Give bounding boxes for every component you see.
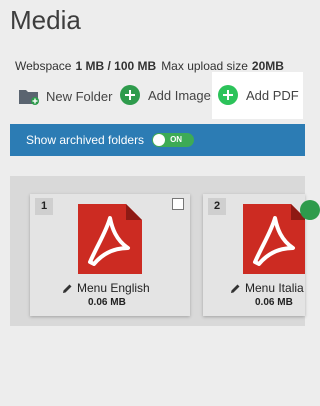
media-card[interactable]: 1 Menu English 0.06 MB (30, 194, 190, 316)
webspace-label: Webspace (15, 59, 72, 73)
toggle-knob (153, 134, 166, 146)
file-name[interactable]: Menu Italia (230, 281, 304, 295)
add-pdf-button[interactable]: Add PDF (218, 84, 299, 106)
page-title: Media (10, 5, 81, 35)
select-checkbox[interactable] (172, 198, 184, 210)
file-size: 0.06 MB (255, 297, 293, 308)
max-upload-value: 20MB (251, 59, 284, 73)
add-image-label: Add Image (148, 87, 211, 103)
card-number: 1 (35, 198, 53, 215)
max-upload-label: Max upload size (161, 59, 248, 73)
plus-icon (218, 85, 238, 105)
plus-icon[interactable] (300, 200, 320, 220)
webspace-value: 1 MB / 100 MB (75, 59, 157, 73)
plus-icon (120, 85, 140, 105)
pencil-icon (231, 284, 240, 293)
pencil-icon (63, 284, 72, 293)
new-folder-button[interactable]: New Folder (18, 85, 112, 107)
storage-usage: Webspace 1 MB / 100 MB Max upload size 20MB (15, 59, 289, 73)
file-size: 0.06 MB (88, 297, 126, 308)
file-name-text: Menu Italia (245, 281, 304, 295)
archived-folders-bar: Show archived folders ON (10, 124, 305, 156)
file-name[interactable]: Menu English (62, 281, 150, 295)
add-pdf-label: Add PDF (246, 87, 299, 103)
file-name-text: Menu English (77, 281, 150, 295)
media-card[interactable]: 2 Menu Italia 0.06 MB (203, 194, 305, 316)
pdf-file-icon (78, 204, 142, 274)
card-number: 2 (208, 198, 226, 215)
pdf-file-icon (243, 204, 305, 274)
archived-toggle[interactable]: ON (152, 133, 195, 147)
add-image-button[interactable]: Add Image (120, 84, 211, 106)
toggle-state-text: ON (170, 135, 183, 144)
folder-add-icon (19, 90, 39, 105)
new-folder-label: New Folder (46, 88, 113, 104)
show-archived-label: Show archived folders (26, 133, 145, 147)
